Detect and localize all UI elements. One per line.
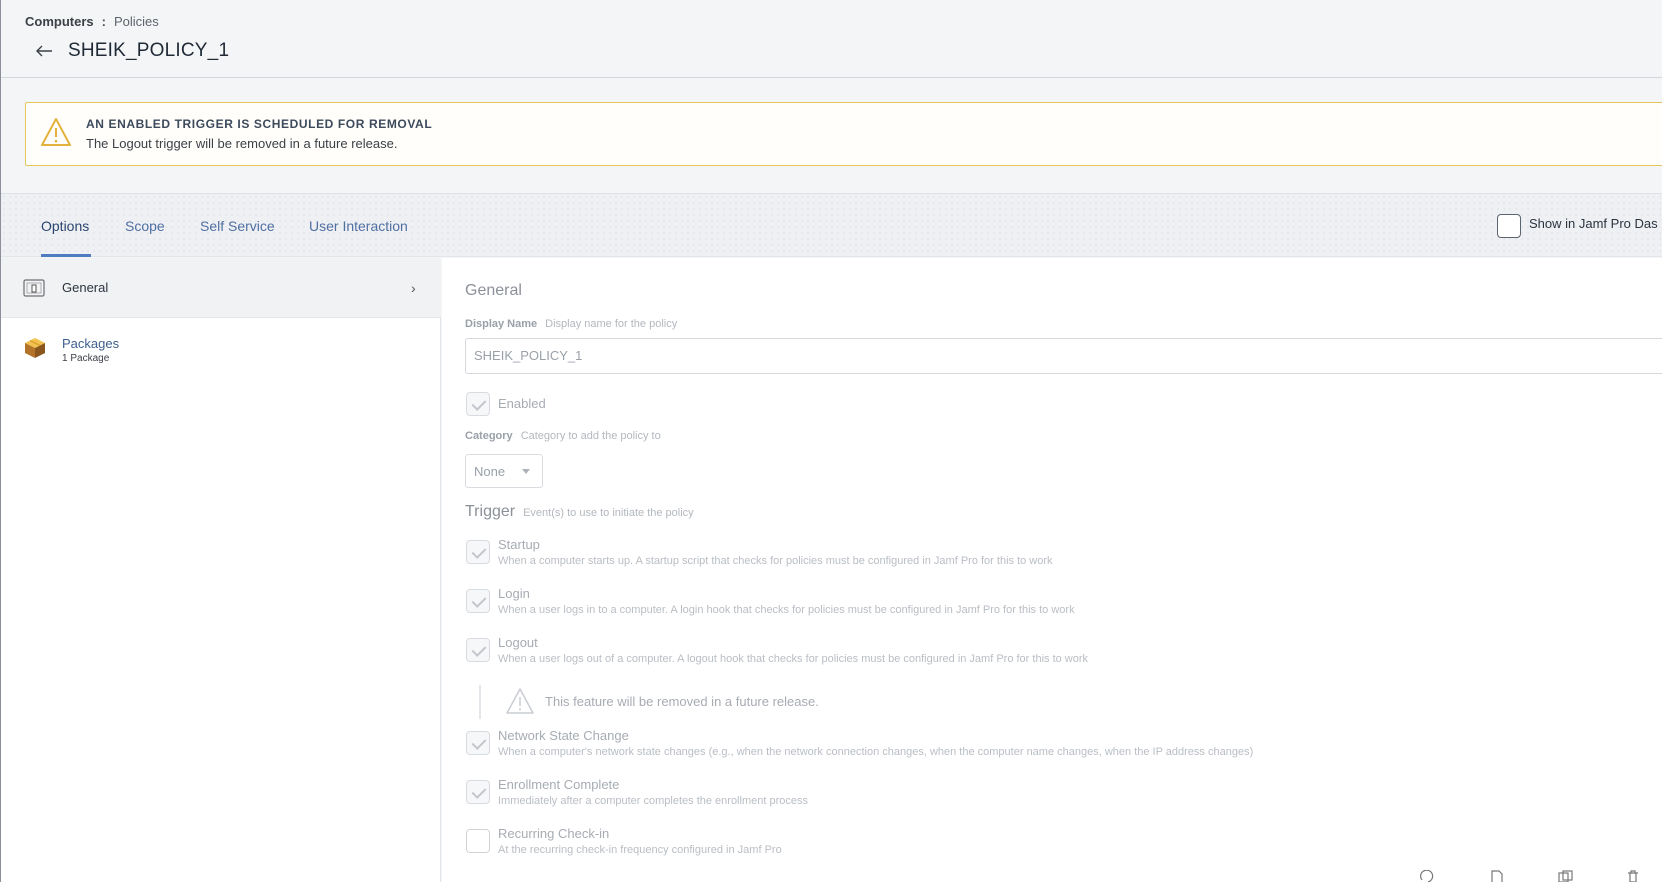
breadcrumb-computers[interactable]: Computers (25, 14, 94, 29)
show-in-dashboard-checkbox[interactable] (1497, 214, 1521, 238)
logout-label: Logout (498, 635, 538, 650)
display-name-label: Display Name Display name for the policy (465, 318, 677, 330)
network-state-change-checkbox[interactable] (466, 731, 490, 755)
sidebar-item-packages-count: 1 Package (62, 353, 110, 364)
recurring-check-in-label: Recurring Check-in (498, 826, 610, 841)
sidebar-item-general-label: General (62, 280, 109, 295)
category-hint: Category to add the policy to (520, 430, 661, 442)
trigger-title: Trigger Event(s) to use to initiate the p… (465, 503, 694, 521)
warning-triangle-icon (41, 118, 71, 146)
logout-checkbox[interactable] (466, 638, 490, 662)
category-label: Category Category to add the policy to (465, 430, 661, 442)
breadcrumb-policies[interactable]: Policies (114, 14, 159, 29)
general-switch-icon (23, 279, 45, 297)
warning-banner: AN ENABLED TRIGGER IS SCHEDULED FOR REMO… (25, 102, 1662, 166)
network-state-change-description: When a computer's network state changes … (498, 746, 1254, 758)
enrollment-complete-description: Immediately after a computer completes t… (498, 795, 808, 807)
tab-options[interactable]: Options (41, 218, 89, 234)
logout-description: When a user logs out of a computer. A lo… (498, 653, 1089, 665)
login-label: Login (498, 586, 530, 601)
breadcrumb: Computers: Policies (25, 14, 159, 29)
enrollment-complete-checkbox[interactable] (466, 780, 490, 804)
tab-user-interaction[interactable]: User Interaction (309, 218, 408, 234)
tab-bar: Options Scope Self Service User Interact… (1, 193, 1662, 257)
document-icon[interactable] (1489, 870, 1505, 882)
display-name-hint: Display name for the policy (545, 318, 678, 330)
warning-triangle-icon (506, 688, 534, 714)
trash-icon[interactable] (1626, 870, 1640, 882)
app-window: Computers: Policies SHEIK_POLICY_1 AN ENA… (0, 0, 1662, 882)
startup-checkbox[interactable] (466, 540, 490, 564)
tab-scope[interactable]: Scope (125, 218, 165, 234)
display-name-input[interactable]: SHEIK_POLICY_1 (465, 338, 1662, 374)
logout-removal-note-text: This feature will be removed in a future… (545, 694, 819, 709)
network-state-change-label: Network State Change (498, 728, 629, 743)
options-sidebar: General › Packages 1 Package (1, 258, 441, 882)
category-select[interactable]: None (465, 454, 543, 488)
general-panel: General Display Name Display name for the… (442, 258, 1662, 882)
sidebar-item-packages-label: Packages (62, 336, 120, 351)
section-title: General (465, 282, 522, 299)
breadcrumb-separator: : (101, 14, 106, 29)
logout-removal-note: This feature will be removed in a future… (479, 685, 819, 719)
back-arrow-icon[interactable] (33, 40, 55, 62)
tab-self-service[interactable]: Self Service (200, 218, 275, 234)
package-box-icon (25, 338, 45, 358)
category-label-text: Category (465, 430, 513, 442)
category-selected-value: None (474, 464, 506, 479)
trigger-title-text: Trigger (465, 503, 516, 520)
recurring-check-in-checkbox[interactable] (466, 829, 490, 853)
chevron-right-icon: › (411, 280, 416, 296)
page-title: SHEIK_POLICY_1 (68, 40, 230, 61)
startup-description: When a computer starts up. A startup scr… (498, 555, 1053, 567)
login-checkbox[interactable] (466, 589, 490, 613)
login-description: When a user logs in to a computer. A log… (498, 604, 1075, 616)
enabled-label: Enabled (498, 396, 546, 411)
clone-icon[interactable] (1557, 870, 1575, 882)
enabled-checkbox[interactable] (466, 392, 490, 416)
page-header: Computers: Policies SHEIK_POLICY_1 (1, 0, 1662, 78)
display-name-label-text: Display Name (465, 318, 538, 330)
history-icon[interactable] (1419, 870, 1437, 882)
trigger-hint: Event(s) to use to initiate the policy (523, 507, 694, 519)
sidebar-item-packages[interactable]: Packages 1 Package (1, 320, 441, 380)
sidebar-item-general[interactable]: General › (1, 258, 441, 318)
enrollment-complete-label: Enrollment Complete (498, 777, 620, 792)
active-tab-indicator (41, 254, 91, 257)
banner-title: AN ENABLED TRIGGER IS SCHEDULED FOR REMO… (86, 117, 433, 131)
dropdown-caret-icon (522, 469, 530, 474)
startup-label: Startup (498, 537, 540, 552)
show-in-dashboard-label: Show in Jamf Pro Das (1529, 216, 1658, 231)
recurring-check-in-description: At the recurring check-in frequency conf… (498, 844, 782, 856)
banner-text: The Logout trigger will be removed in a … (86, 136, 398, 151)
